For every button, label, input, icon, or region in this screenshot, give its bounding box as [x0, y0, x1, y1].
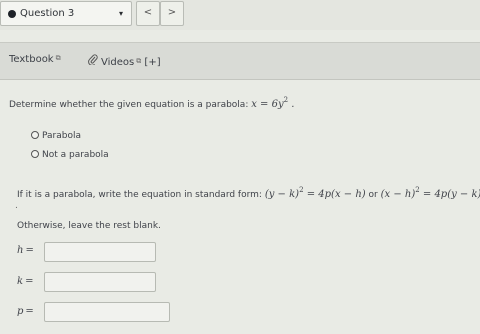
option-parabola[interactable]: Parabola [31, 131, 81, 141]
question-text: Determine whether the given equation is … [9, 100, 249, 110]
external-link-icon: ⧉ [136, 57, 142, 65]
videos-link[interactable]: Videos ⧉ [+] [88, 54, 161, 68]
question-select-label: Question 3 [20, 8, 75, 19]
eq-mid: = 6y [256, 99, 284, 110]
equals-sign: = [25, 276, 34, 287]
trailing-dot: . [15, 201, 18, 211]
prev-question-button[interactable]: < [136, 1, 160, 26]
status-dot-icon [8, 10, 16, 18]
question-nav-bar: Question 3 ▾ < > [0, 0, 480, 30]
textbook-link[interactable]: Textbook ⧉ [9, 54, 61, 65]
paperclip-icon [88, 54, 98, 68]
standard-form-instruction: If it is a parabola, write the equation … [17, 186, 480, 200]
equals-sign: = [25, 306, 34, 317]
standard-form-1: (y − k)2 = 4p(x − h) [264, 186, 366, 200]
eq-end: . [288, 99, 295, 110]
h-label: h = [17, 245, 34, 256]
p-label: p = [17, 306, 34, 317]
p-symbol: p [17, 306, 24, 317]
h-input[interactable] [44, 242, 156, 262]
equals-sign: = [25, 245, 34, 256]
resources-toolbar: Textbook ⧉ Videos ⧉ [+] [0, 42, 480, 80]
option-label: Parabola [42, 131, 81, 141]
chevron-down-icon: ▾ [119, 9, 124, 18]
or-text: or [365, 190, 381, 200]
videos-label: Videos [101, 57, 135, 68]
k-label: k = [17, 276, 33, 287]
question-prompt: Determine whether the given equation is … [9, 96, 294, 110]
question-equation: x = 6y2 . [251, 96, 295, 110]
form2-right: = 4p(y − k) [419, 189, 480, 200]
form1-left: (y − k) [264, 189, 300, 200]
question-select[interactable]: Question 3 ▾ [0, 1, 132, 26]
form1-right: = 4p(x − h) [303, 189, 366, 200]
videos-expand-toggle[interactable]: [+] [144, 57, 160, 68]
h-symbol: h [17, 245, 24, 256]
option-not-parabola[interactable]: Not a parabola [31, 150, 109, 160]
radio-button[interactable] [31, 150, 39, 158]
next-question-button[interactable]: > [160, 1, 184, 26]
instruction-text: If it is a parabola, write the equation … [17, 190, 262, 200]
textbook-label: Textbook [9, 54, 54, 65]
radio-button[interactable] [31, 131, 39, 139]
k-symbol: k [17, 276, 24, 287]
otherwise-note: Otherwise, leave the rest blank. [17, 221, 161, 231]
p-input[interactable] [44, 302, 170, 322]
k-input[interactable] [44, 272, 156, 292]
option-label: Not a parabola [42, 150, 109, 160]
external-link-icon: ⧉ [55, 54, 61, 62]
form2-left: (x − h) [380, 189, 416, 200]
standard-form-2: (x − h)2 = 4p(y − k) [380, 186, 480, 200]
